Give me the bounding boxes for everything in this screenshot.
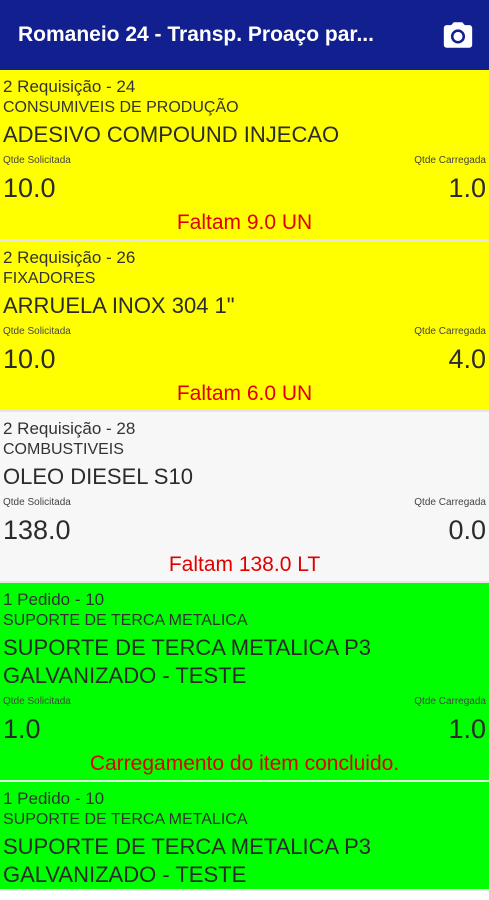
item-product: ADESIVO COMPOUND INJECAO	[3, 122, 340, 147]
item-header: 1 Pedido - 10	[3, 590, 105, 609]
qtde-carregada-value: 1.0	[448, 173, 486, 203]
qtde-carregada-label: Qtde Carregada	[414, 155, 486, 166]
item-group: CONSUMIVEIS DE PRODUÇÃO	[3, 99, 239, 116]
qtde-solicitada-value: 1.0	[3, 714, 41, 744]
item-group: SUPORTE DE TERCA METALICA	[3, 811, 248, 828]
qtde-carregada-label: Qtde Carregada	[414, 696, 486, 707]
item-group: SUPORTE DE TERCA METALICA	[3, 612, 248, 629]
qtde-carregada-value: 4.0	[448, 344, 486, 374]
qtde-carregada-value: 1.0	[448, 714, 486, 744]
app-bar: Romaneio 24 - Transp. Proaço par...	[0, 0, 489, 70]
qtde-solicitada-value: 138.0	[3, 515, 71, 545]
items-list: 2 Requisição - 24 CONSUMIVEIS DE PRODUÇÃ…	[0, 70, 489, 891]
qtde-carregada-value: 0.0	[448, 515, 486, 545]
list-item[interactable]: 1 Pedido - 10 SUPORTE DE TERCA METALICA …	[0, 782, 489, 891]
list-item[interactable]: 2 Requisição - 28 COMBUSTIVEIS OLEO DIES…	[0, 412, 489, 583]
list-item[interactable]: 2 Requisição - 24 CONSUMIVEIS DE PRODUÇÃ…	[0, 70, 489, 241]
camera-icon[interactable]	[441, 18, 475, 52]
qtde-solicitada-label: Qtde Solicitada	[3, 696, 71, 707]
item-status: Carregamento do item concluido.	[89, 752, 400, 775]
qtde-carregada-label: Qtde Carregada	[414, 497, 486, 508]
list-item[interactable]: 2 Requisição - 26 FIXADORES ARRUELA INOX…	[0, 241, 489, 412]
qtde-solicitada-label: Qtde Solicitada	[3, 497, 71, 508]
item-product: ARRUELA INOX 304 1"	[3, 293, 235, 318]
app-title: Romaneio 24 - Transp. Proaço par...	[18, 23, 374, 46]
qtde-solicitada-value: 10.0	[3, 344, 56, 374]
item-group: FIXADORES	[3, 270, 96, 287]
item-header: 2 Requisição - 24	[3, 77, 136, 96]
item-group: COMBUSTIVEIS	[3, 441, 124, 458]
item-product: SUPORTE DE TERCA METALICA P3 GALVANIZADO…	[3, 635, 371, 688]
item-status: Faltam 138.0 LT	[168, 553, 321, 576]
qtde-solicitada-value: 10.0	[3, 173, 56, 203]
item-product: SUPORTE DE TERCA METALICA P3 GALVANIZADO…	[3, 834, 371, 887]
qtde-solicitada-label: Qtde Solicitada	[3, 326, 71, 337]
item-header: 1 Pedido - 10	[3, 789, 105, 808]
item-header: 2 Requisição - 28	[3, 419, 136, 438]
item-status: Faltam 9.0 UN	[176, 211, 313, 234]
item-header: 2 Requisição - 26	[3, 248, 136, 267]
qtde-solicitada-label: Qtde Solicitada	[3, 155, 71, 166]
item-status: Faltam 6.0 UN	[176, 382, 313, 405]
list-item[interactable]: 1 Pedido - 10 SUPORTE DE TERCA METALICA …	[0, 583, 489, 782]
item-product: OLEO DIESEL S10	[3, 464, 193, 489]
qtde-carregada-label: Qtde Carregada	[414, 326, 486, 337]
